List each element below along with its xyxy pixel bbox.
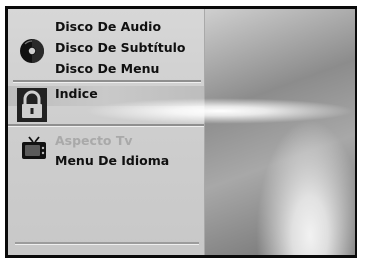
tv-icon	[22, 136, 46, 159]
menu-item-tv-aspect[interactable]: Aspecto Tv	[55, 133, 133, 148]
menu-item-disc-menu[interactable]: Disco De Menu	[55, 61, 159, 76]
setup-menu-screen: Disco De Audio Disco De Subtítulo Disco …	[5, 6, 357, 258]
menu-divider	[15, 242, 199, 244]
menu-divider	[13, 80, 201, 82]
menu-item-indice[interactable]: Indice	[55, 86, 98, 101]
menu-item-disc-subtitle[interactable]: Disco De Subtítulo	[55, 40, 186, 55]
lock-icon	[17, 88, 47, 122]
menu-divider	[8, 124, 204, 126]
menu-item-disc-audio[interactable]: Disco De Audio	[55, 19, 161, 34]
disc-icon	[20, 39, 44, 63]
menu-item-menu-language[interactable]: Menu De Idioma	[55, 153, 169, 168]
submenu-panel	[205, 9, 355, 255]
